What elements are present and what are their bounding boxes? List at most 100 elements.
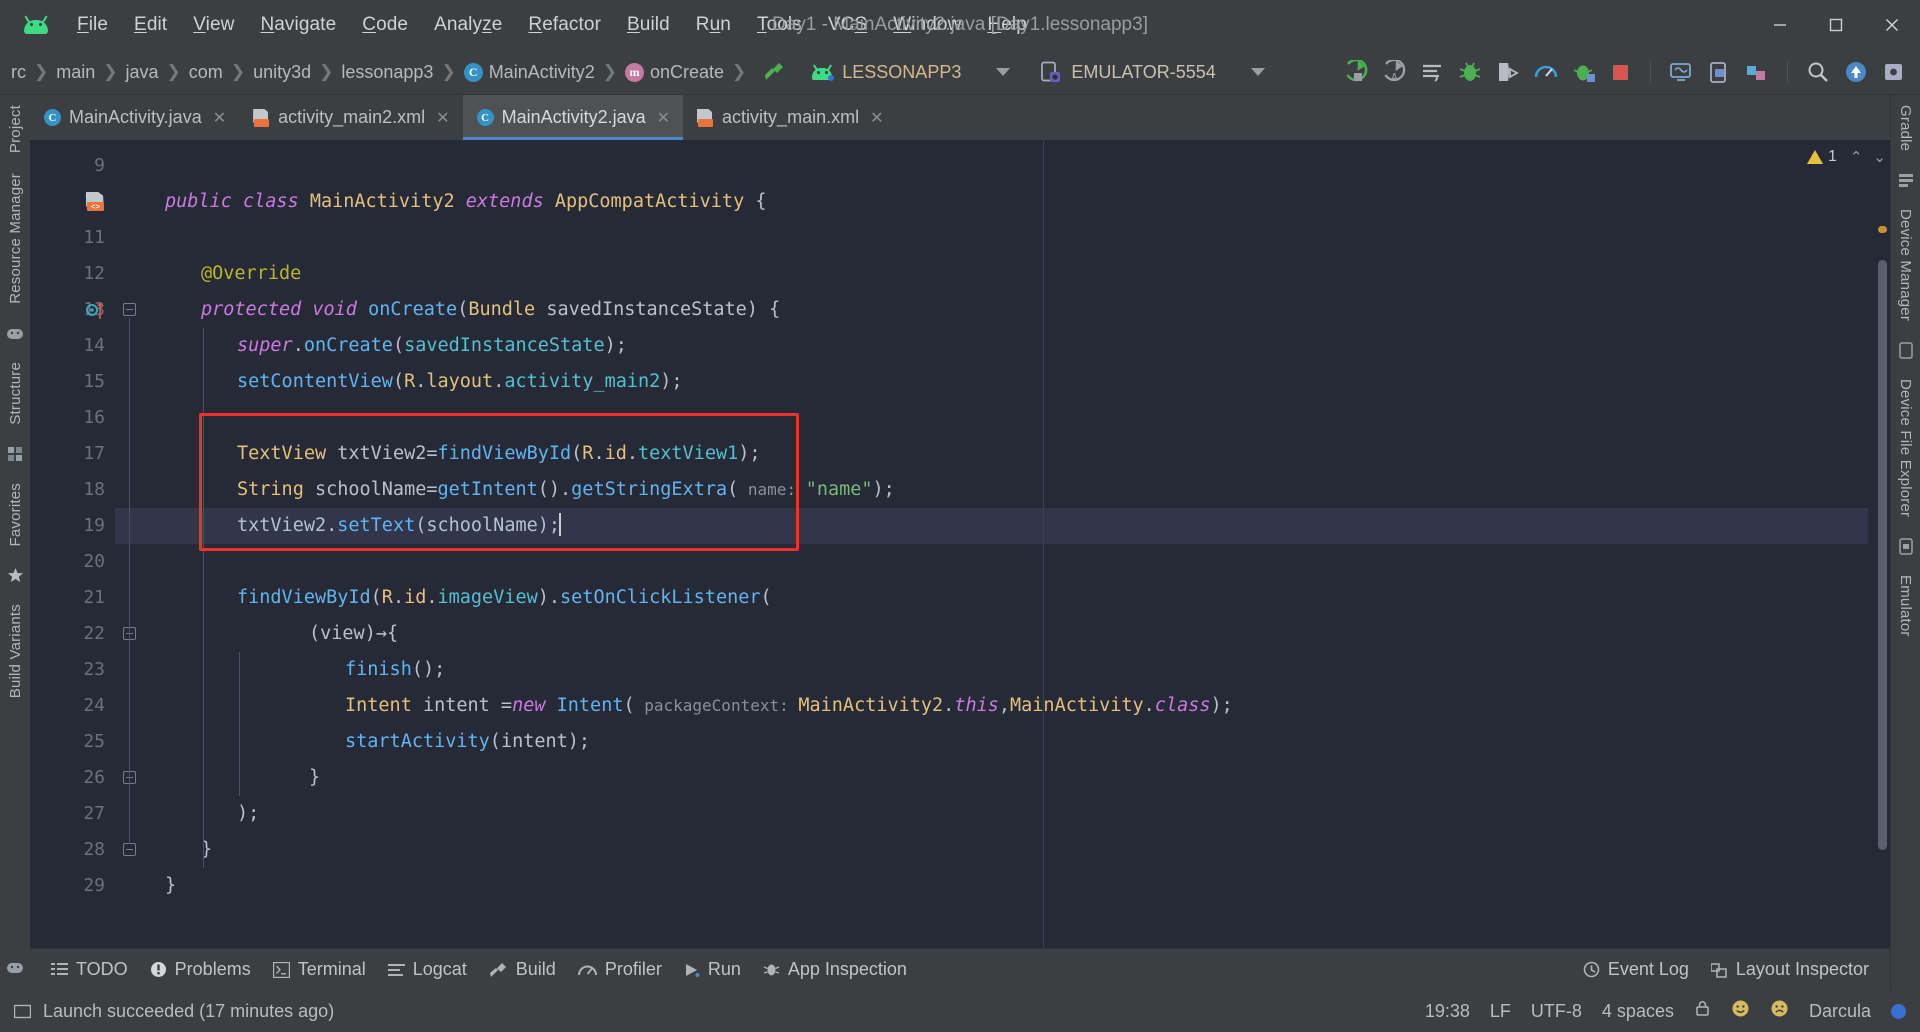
code-fold-toggle[interactable] xyxy=(123,303,136,316)
breadcrumb-item-mainactivity2[interactable]: C MainActivity2 xyxy=(459,60,600,85)
tab-mainactivity-java[interactable]: C MainActivity.java ✕ xyxy=(30,95,239,140)
breadcrumb-item-lessonapp3[interactable]: lessonapp3 xyxy=(336,60,438,85)
device-file-explorer-button[interactable] xyxy=(1701,57,1737,87)
device-file-small-icon[interactable] xyxy=(1895,536,1917,556)
sidebar-item-resource-manager[interactable]: Resource Manager xyxy=(7,163,24,314)
menu-run[interactable]: Run xyxy=(683,10,744,40)
status-theme[interactable]: Darcula xyxy=(1809,1001,1871,1022)
profiler-button[interactable] xyxy=(1528,57,1564,87)
menu-refactor[interactable]: Refactor xyxy=(515,10,614,40)
sidebar-item-gradle[interactable]: Gradle xyxy=(1897,95,1914,161)
status-event-icon[interactable] xyxy=(14,1003,31,1020)
breadcrumb-item-src[interactable]: rc xyxy=(6,60,31,85)
sidebar-item-build-variants[interactable]: Build Variants xyxy=(7,594,24,708)
tool-window-app-inspection[interactable]: App Inspection xyxy=(752,955,918,984)
breadcrumb-item-java[interactable]: java xyxy=(121,60,164,85)
maximize-button[interactable] xyxy=(1808,0,1864,50)
tool-window-terminal[interactable]: Terminal xyxy=(262,955,377,984)
avd-manager-button[interactable] xyxy=(1663,57,1699,87)
minimize-button[interactable] xyxy=(1752,0,1808,50)
close-tab-icon[interactable]: ✕ xyxy=(213,108,226,128)
menu-build[interactable]: Build xyxy=(614,10,683,40)
sidebar-item-project[interactable]: Project xyxy=(7,95,24,163)
menu-edit[interactable]: Edit xyxy=(121,10,180,40)
run-configuration-selector[interactable]: LESSONAPP3 xyxy=(803,57,1018,87)
breadcrumb-item-com[interactable]: com xyxy=(184,60,228,85)
menu-help[interactable]: Help xyxy=(974,10,1039,40)
attach-debugger-button[interactable] xyxy=(1490,57,1526,87)
sidebar-item-structure[interactable]: Structure xyxy=(7,352,24,435)
update-button[interactable] xyxy=(1838,57,1874,87)
tab-activity-main2-xml[interactable]: activity_main2.xml ✕ xyxy=(239,95,462,140)
error-stripe-and-scrollbar[interactable] xyxy=(1868,140,1890,948)
menu-vcs[interactable]: VCS xyxy=(815,10,880,40)
gradle-icon[interactable] xyxy=(1895,170,1917,190)
code-folding-column[interactable] xyxy=(115,140,143,948)
close-button[interactable] xyxy=(1864,0,1920,50)
sidebar-item-device-manager[interactable]: Device Manager xyxy=(1897,199,1914,331)
search-everywhere-button[interactable] xyxy=(1800,57,1836,87)
code-token: layout xyxy=(426,371,494,392)
inspection-status[interactable]: 1 ⌃ ⌄ xyxy=(1806,148,1886,166)
editor-scrollbar-thumb[interactable] xyxy=(1878,260,1887,850)
settings-button[interactable] xyxy=(1876,57,1912,87)
layout-inspector-button[interactable] xyxy=(1739,57,1775,87)
sidebar-item-emulator[interactable]: Emulator xyxy=(1897,565,1914,647)
tool-window-run[interactable]: Run xyxy=(673,955,752,984)
debug-button[interactable] xyxy=(1452,57,1488,87)
structure-icon[interactable] xyxy=(4,444,26,464)
run-button[interactable] xyxy=(1338,57,1374,87)
xml-gutter-icon[interactable]: <> xyxy=(86,192,105,211)
tab-mainactivity2-java[interactable]: C MainActivity2.java ✕ xyxy=(462,95,684,140)
menu-code[interactable]: Code xyxy=(349,10,421,40)
previous-problem-icon[interactable]: ⌃ xyxy=(1850,148,1863,166)
warning-stripe-marker[interactable] xyxy=(1878,226,1887,233)
tool-window-event-log[interactable]: Event Log xyxy=(1572,955,1700,984)
next-problem-icon[interactable]: ⌄ xyxy=(1873,148,1886,166)
android-bottom-icon[interactable] xyxy=(4,956,26,976)
rerun-button[interactable] xyxy=(1414,57,1450,87)
code-fold-toggle[interactable] xyxy=(123,843,136,856)
breadcrumb-item-main[interactable]: main xyxy=(51,60,100,85)
stop-button[interactable] xyxy=(1604,57,1638,87)
sidebar-item-device-file-explorer[interactable]: Device File Explorer xyxy=(1897,369,1914,527)
sad-face-icon[interactable] xyxy=(1770,999,1789,1023)
override-method-gutter-icon[interactable] xyxy=(86,300,108,320)
tool-window-build[interactable]: Build xyxy=(478,955,567,984)
menu-file[interactable]: File xyxy=(64,10,121,40)
menu-analyze[interactable]: Analyze xyxy=(421,10,515,40)
star-icon[interactable] xyxy=(4,565,26,585)
close-tab-icon[interactable]: ✕ xyxy=(870,108,883,128)
menu-view[interactable]: View xyxy=(180,10,247,40)
make-project-button[interactable] xyxy=(757,57,793,87)
breadcrumb-item-unity3d[interactable]: unity3d xyxy=(248,60,316,85)
device-small-icon[interactable] xyxy=(1895,340,1917,360)
tab-activity-main-xml[interactable]: activity_main.xml ✕ xyxy=(683,95,896,140)
menu-navigate[interactable]: Navigate xyxy=(247,10,349,40)
device-selector[interactable]: EMULATOR-5554 xyxy=(1032,57,1272,87)
code-text-area[interactable]: public class MainActivity2 extends AppCo… xyxy=(143,140,1868,948)
tool-window-profiler[interactable]: Profiler xyxy=(567,955,673,984)
status-encoding[interactable]: UTF-8 xyxy=(1531,1001,1582,1022)
sidebar-item-favorites[interactable]: Favorites xyxy=(7,473,24,557)
tool-window-todo[interactable]: TODO xyxy=(40,955,139,984)
menu-tools[interactable]: Tools xyxy=(744,10,815,40)
tool-window-logcat[interactable]: Logcat xyxy=(377,955,478,984)
close-tab-icon[interactable]: ✕ xyxy=(436,108,449,128)
code-editor[interactable]: 910<>11121314151617181920212223242526272… xyxy=(30,140,1890,948)
android-small-icon[interactable] xyxy=(4,323,26,343)
editor-gutter[interactable]: 910<>11121314151617181920212223242526272… xyxy=(30,140,115,948)
menu-window[interactable]: Window xyxy=(880,10,974,40)
status-line-separator[interactable]: LF xyxy=(1490,1001,1511,1022)
status-indent[interactable]: 4 spaces xyxy=(1602,1001,1674,1022)
lock-icon[interactable] xyxy=(1694,1000,1711,1022)
status-message[interactable]: Launch succeeded (17 minutes ago) xyxy=(43,1001,334,1022)
close-tab-icon[interactable]: ✕ xyxy=(657,108,670,128)
happy-face-icon[interactable] xyxy=(1731,999,1750,1023)
tool-window-layout-inspector[interactable]: Layout Inspector xyxy=(1700,955,1880,984)
apply-changes-button[interactable]: A xyxy=(1376,57,1412,87)
breadcrumb-item-oncreate[interactable]: m onCreate xyxy=(620,60,729,85)
code-token: intent xyxy=(500,731,568,752)
sdk-manager-button[interactable] xyxy=(1566,57,1602,87)
tool-window-problems[interactable]: Problems xyxy=(139,955,262,984)
